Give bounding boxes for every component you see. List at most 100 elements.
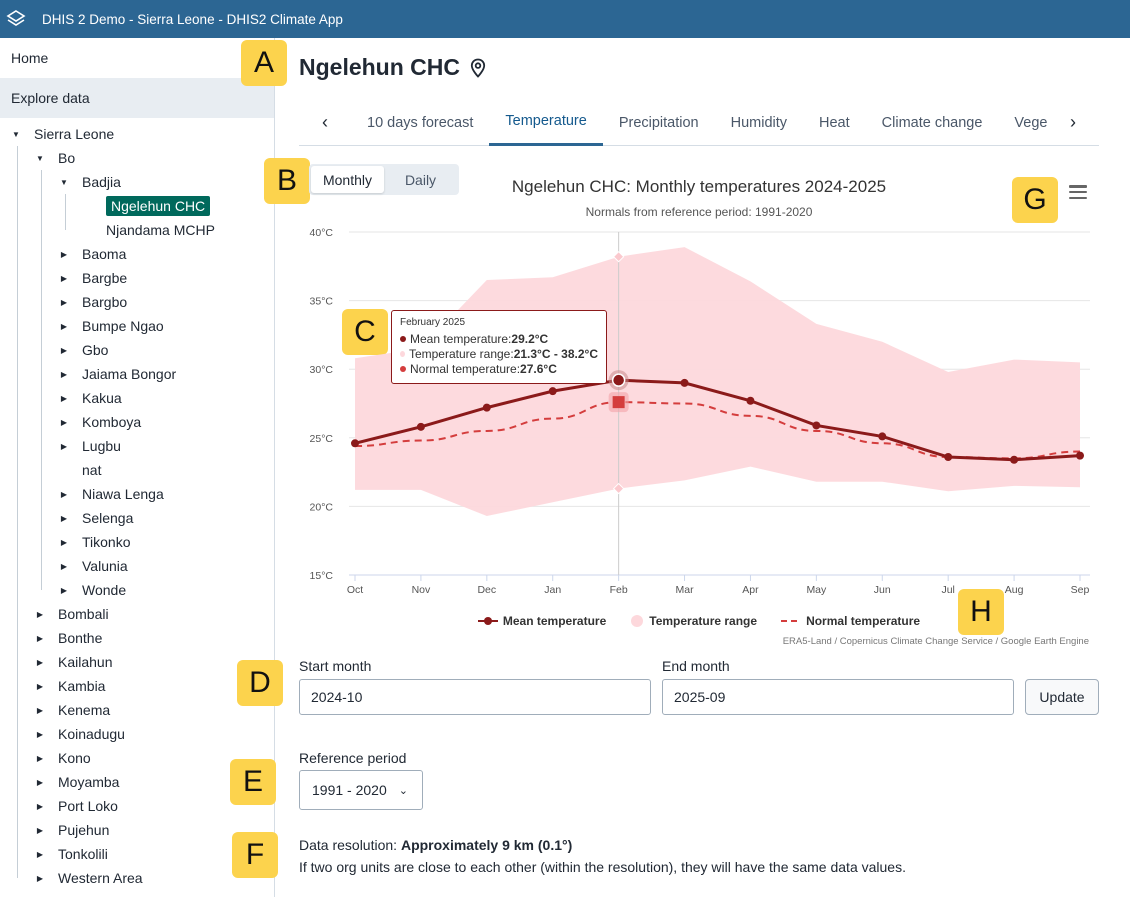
tooltip-range-row: Temperature range: 21.3°C - 38.2°C bbox=[400, 346, 598, 361]
caret-right-icon[interactable]: ▶ bbox=[34, 634, 46, 643]
y-tick-label: 15°C bbox=[310, 570, 334, 582]
caret-right-icon[interactable]: ▶ bbox=[34, 754, 46, 763]
tree-item-moyamba[interactable]: ▶ Moyamba bbox=[34, 770, 120, 794]
x-tick-label: May bbox=[806, 584, 827, 596]
tree-item-selenga[interactable]: ▶ Selenga bbox=[58, 506, 133, 530]
tooltip-range-dot bbox=[400, 350, 405, 357]
caret-right-icon[interactable]: ▶ bbox=[58, 490, 70, 499]
tab-temperature[interactable]: Temperature bbox=[489, 100, 603, 146]
legend-range[interactable]: Temperature range bbox=[630, 614, 757, 628]
tree-item-pujehun[interactable]: ▶ Pujehun bbox=[34, 818, 109, 842]
tree-item-label: Lugbu bbox=[82, 438, 121, 454]
tree-item-bonthe[interactable]: ▶ Bonthe bbox=[34, 626, 102, 650]
tree-guide-line bbox=[41, 170, 42, 590]
nav-explore-data[interactable]: Explore data bbox=[0, 78, 274, 118]
caret-right-icon[interactable]: ▶ bbox=[34, 610, 46, 619]
tree-item-label: nat bbox=[82, 462, 102, 478]
tab-vegetation[interactable]: Vegeta bbox=[998, 100, 1047, 146]
data-resolution-label: Data resolution: bbox=[299, 837, 401, 853]
caret-right-icon[interactable]: ▶ bbox=[58, 418, 70, 427]
update-button[interactable]: Update bbox=[1025, 679, 1099, 715]
caret-right-icon[interactable]: ▶ bbox=[58, 370, 70, 379]
tree-item-kambia[interactable]: ▶ Kambia bbox=[34, 674, 106, 698]
tree-item-njandama-mchp[interactable]: Njandama MCHP bbox=[82, 218, 215, 242]
legend-normal[interactable]: Normal temperature bbox=[781, 614, 920, 628]
dhis2-logo-icon[interactable] bbox=[5, 8, 27, 30]
chart-subtitle: Normals from reference period: 1991-2020 bbox=[585, 205, 813, 219]
tree-item-port-loko[interactable]: ▶ Port Loko bbox=[34, 794, 118, 818]
caret-right-icon[interactable]: ▶ bbox=[34, 730, 46, 739]
start-month-input[interactable]: 2024-10 bbox=[299, 679, 651, 715]
caret-right-icon[interactable]: ▶ bbox=[34, 850, 46, 859]
tree-item-baoma[interactable]: ▶ Baoma bbox=[58, 242, 126, 266]
legend-mean[interactable]: Mean temperature bbox=[477, 614, 606, 628]
x-tick-label: Dec bbox=[477, 584, 496, 596]
tab-precipitation[interactable]: Precipitation bbox=[603, 100, 715, 146]
tree-item-bumpe-ngao[interactable]: ▶ Bumpe Ngao bbox=[58, 314, 164, 338]
tree-item-valunia[interactable]: ▶ Valunia bbox=[58, 554, 128, 578]
app-title: DHIS 2 Demo - Sierra Leone - DHIS2 Clima… bbox=[42, 11, 343, 27]
tab-forecast[interactable]: 10 days forecast bbox=[351, 100, 489, 146]
caret-right-icon[interactable]: ▶ bbox=[34, 658, 46, 667]
tabs-scroll-right-icon[interactable]: › bbox=[1047, 100, 1099, 146]
tree-item-koinadugu[interactable]: ▶ Koinadugu bbox=[34, 722, 125, 746]
tree-item-lugbu[interactable]: ▶ Lugbu bbox=[58, 434, 121, 458]
caret-right-icon[interactable]: ▶ bbox=[34, 778, 46, 787]
caret-right-icon[interactable]: ▶ bbox=[58, 394, 70, 403]
location-pin-icon[interactable] bbox=[470, 58, 486, 78]
tree-item-kenema[interactable]: ▶ Kenema bbox=[34, 698, 110, 722]
tree-item-label: Port Loko bbox=[58, 798, 118, 814]
tree-item-tikonko[interactable]: ▶ Tikonko bbox=[58, 530, 131, 554]
caret-right-icon[interactable]: ▶ bbox=[58, 298, 70, 307]
tree-item-nat[interactable]: nat bbox=[58, 458, 101, 482]
tree-item-bo[interactable]: ▼ Bo bbox=[34, 146, 75, 170]
data-resolution-value: Approximately 9 km (0.1°) bbox=[400, 837, 573, 853]
caret-right-icon[interactable]: ▶ bbox=[34, 802, 46, 811]
org-unit-name: Ngelehun CHC bbox=[299, 54, 460, 80]
tree-item-wonde[interactable]: ▶ Wonde bbox=[58, 578, 126, 602]
tabs-scroll-left-icon[interactable]: ‹ bbox=[299, 100, 351, 146]
caret-right-icon[interactable]: ▶ bbox=[58, 274, 70, 283]
tree-item-bombali[interactable]: ▶ Bombali bbox=[34, 602, 109, 626]
chart-credits[interactable]: ERA5-Land / Copernicus Climate Change Se… bbox=[783, 636, 1089, 647]
caret-right-icon[interactable]: ▶ bbox=[58, 514, 70, 523]
chart-menu-icon[interactable] bbox=[1067, 182, 1089, 202]
tree-item-kailahun[interactable]: ▶ Kailahun bbox=[34, 650, 113, 674]
tree-item-ngelehun-chc[interactable]: Ngelehun CHC bbox=[82, 194, 211, 218]
caret-right-icon[interactable]: ▶ bbox=[58, 538, 70, 547]
y-tick-label: 30°C bbox=[310, 364, 334, 376]
tree-item-kono[interactable]: ▶ Kono bbox=[34, 746, 91, 770]
tree-item-gbo[interactable]: ▶ Gbo bbox=[58, 338, 109, 362]
caret-right-icon[interactable]: ▶ bbox=[58, 586, 70, 595]
tab-heat[interactable]: Heat bbox=[803, 100, 866, 146]
tree-item-komboya[interactable]: ▶ Komboya bbox=[58, 410, 141, 434]
tree-item-kakua[interactable]: ▶ Kakua bbox=[58, 386, 122, 410]
tree-item-badjia[interactable]: ▼ Badjia bbox=[58, 170, 121, 194]
caret-right-icon[interactable]: ▶ bbox=[34, 874, 46, 883]
caret-down-icon[interactable]: ▼ bbox=[10, 130, 22, 139]
tree-item-western-area[interactable]: ▶ Western Area bbox=[34, 866, 143, 890]
tree-item-sierra-leone[interactable]: ▼ Sierra Leone bbox=[10, 122, 114, 146]
caret-down-icon[interactable]: ▼ bbox=[58, 178, 70, 187]
caret-right-icon[interactable]: ▶ bbox=[58, 346, 70, 355]
caret-right-icon[interactable]: ▶ bbox=[58, 250, 70, 259]
tree-item-niawa-lenga[interactable]: ▶ Niawa Lenga bbox=[58, 482, 164, 506]
caret-right-icon[interactable]: ▶ bbox=[58, 562, 70, 571]
caret-right-icon[interactable]: ▶ bbox=[34, 706, 46, 715]
caret-right-icon[interactable]: ▶ bbox=[58, 322, 70, 331]
tree-item-bargbo[interactable]: ▶ Bargbo bbox=[58, 290, 127, 314]
caret-right-icon[interactable]: ▶ bbox=[34, 682, 46, 691]
caret-down-icon[interactable]: ▼ bbox=[34, 154, 46, 163]
tab-humidity[interactable]: Humidity bbox=[715, 100, 803, 146]
end-month-input[interactable]: 2025-09 bbox=[662, 679, 1014, 715]
normal-marker bbox=[612, 396, 625, 409]
reference-period-select[interactable]: 1991 - 2020 ⌄ bbox=[299, 770, 423, 810]
nav-home[interactable]: Home bbox=[0, 38, 274, 78]
tree-item-bargbe[interactable]: ▶ Bargbe bbox=[58, 266, 127, 290]
tab-climate-change[interactable]: Climate change bbox=[866, 100, 999, 146]
tree-item-jaiama-bongor[interactable]: ▶ Jaiama Bongor bbox=[58, 362, 176, 386]
caret-right-icon[interactable]: ▶ bbox=[58, 442, 70, 451]
caret-right-icon[interactable]: ▶ bbox=[34, 826, 46, 835]
tree-item-label: Kakua bbox=[82, 390, 122, 406]
tree-item-tonkolili[interactable]: ▶ Tonkolili bbox=[34, 842, 108, 866]
